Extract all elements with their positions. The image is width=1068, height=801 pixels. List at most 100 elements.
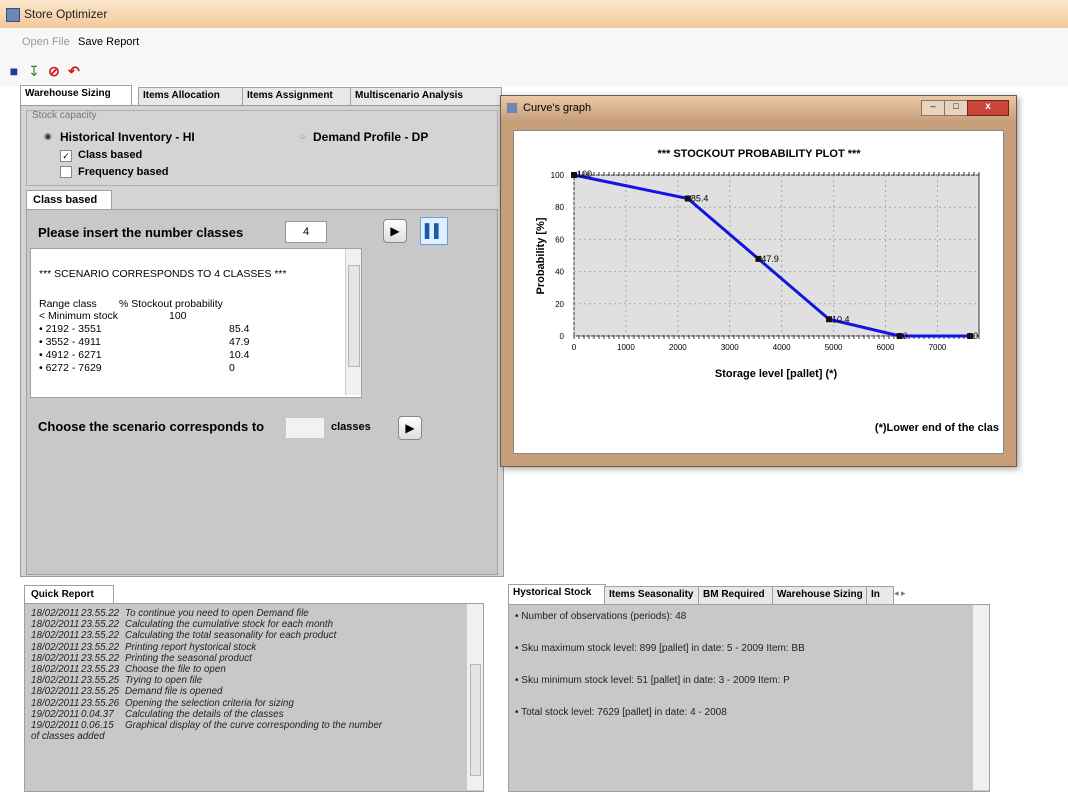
stop-icon[interactable]: ⊘ [46,62,62,80]
list-item-value: 10.4 [229,349,250,361]
frequency-based-checkbox[interactable] [60,166,72,178]
log-time: 23.55.22 [81,652,120,664]
play-button[interactable]: ▶ [383,219,407,243]
scenario-scrollbar[interactable] [345,249,361,395]
data-label: 85.4 [691,194,709,204]
log-message: Printing the seasonal product [125,652,252,664]
curve-window-icon [507,103,517,113]
log-time: 23.55.22 [81,619,120,631]
toolbar [0,58,1068,86]
tab-in[interactable]: In [866,586,894,604]
chart-button[interactable]: ▌▌ [420,217,448,245]
play-icon: ▶ [405,421,415,435]
log-date: 18/02/2011 [31,697,80,709]
menu-bar [0,28,1068,58]
list-item-value: 47.9 [229,336,250,348]
log-row: 18/02/2011 23.55.22 Calculating the total … [31,630,336,641]
hist-min-stock: • Sku minimum stock level: 51 [pallet] i… [515,675,790,686]
x-tick-label: 3000 [721,343,739,352]
insert-classes-label: Please insert the number classes [38,225,244,240]
tab-bm-required[interactable]: BM Required [698,586,778,604]
y-tick-label: 20 [555,300,564,309]
log-message: Calculating the cumulative stock for eac… [125,619,334,631]
tab-multiscenario-analysis[interactable]: Multiscenario Analysis [350,87,502,105]
minimize-button[interactable]: – [921,100,945,116]
log-date: 19/02/2011 [31,720,80,731]
tab-hystorical-stock[interactable]: Hystorical Stock [508,584,606,604]
log-message: Graphical display of the curve correspon… [125,720,383,731]
y-tick-label: 0 [560,332,565,341]
close-button[interactable]: x [967,100,1009,116]
log-message-wrap: of classes added [31,731,105,743]
chart-canvas: *** STOCKOUT PROBABILITY PLOT *** 0 20 40 60… [513,130,1004,454]
scenario-header: *** SCENARIO CORRESPONDS TO 4 CLASSES **… [39,268,287,280]
tab-warehouse-sizing[interactable]: Warehouse Sizing [20,85,132,105]
menu-save-report[interactable]: Save Report [78,36,139,48]
maximize-button[interactable]: □ [944,100,968,116]
class-based-checkbox[interactable]: ✓ [60,150,72,162]
y-tick-label: 100 [551,171,565,180]
app-icon [6,8,20,22]
log-message: Calculating the total seasonality for ea… [125,630,337,642]
scenario-listbox[interactable]: *** SCENARIO CORRESPONDS TO 4 CLASSES **… [30,248,362,398]
scenario-classes-input[interactable] [285,417,325,439]
log-scrollbar[interactable] [466,604,483,790]
main-tab-strip: Warehouse Sizing Items Allocation Items … [20,85,502,105]
log-date: 18/02/2011 [31,619,80,631]
y-tick-label: 40 [555,268,564,277]
tab-items-allocation[interactable]: Items Allocation [138,87,248,105]
log-row: 19/02/2011 0.04.37 Calculating the details… [31,709,283,720]
log-date: 18/02/2011 [31,664,80,675]
curve-window-title: Curve's graph [523,102,592,114]
choose-scenario-button[interactable]: ▶ [398,416,422,440]
quick-report-log[interactable]: 18/02/2011 23.55.22 To continue you need t… [24,603,484,792]
log-row: 18/02/2011 23.55.22 Calculating the cumula… [31,619,333,630]
list-item-value: 100 [169,310,187,322]
data-label: 10.4 [832,314,850,324]
bottom-tab-strip: Hystorical Stock Items Seasonality BM Re… [508,584,990,604]
x-tick-label: 5000 [825,343,843,352]
log-row: 18/02/2011 23.55.22 Printing report hystor… [31,642,256,653]
demand-radio[interactable]: ○ [300,131,305,141]
list-item: • 3552 - 4911 [39,336,101,348]
log-row: 18/02/2011 23.55.26 Opening the selection … [31,698,294,709]
y-tick-label: 80 [555,203,564,212]
scrollbar-thumb[interactable] [470,664,481,776]
log-date: 18/02/2011 [31,641,80,653]
tab-quick-report[interactable]: Quick Report [24,585,114,604]
historical-radio[interactable]: ◉ [44,131,52,142]
list-item-value: 0 [229,362,235,374]
list-item: < Minimum stock [39,310,119,322]
chart-title: *** STOCKOUT PROBABILITY PLOT *** [657,148,861,160]
menu-open-file[interactable]: Open File [22,36,70,48]
log-row: 19/02/2011 0.06.15 Graphical display of th… [31,720,382,731]
scrollbar-thumb[interactable] [348,265,360,367]
tab-class-based[interactable]: Class based [26,190,112,210]
log-row: 18/02/2011 23.55.25 Trying to open file [31,675,202,686]
classes-input[interactable]: 4 [285,221,327,243]
tab-items-assignment[interactable]: Items Assignment [242,87,356,105]
log-date: 18/02/2011 [31,608,80,619]
x-tick-label: 1000 [617,343,635,352]
log-message: To continue you need to open Demand file [125,608,309,619]
log-time: 23.55.22 [81,630,120,642]
tab-scroll-arrows[interactable]: ◂ ▸ [894,588,906,599]
app-title: Store Optimizer [24,7,108,21]
tab-class-based-label: Class based [33,194,98,206]
x-tick-label: 6000 [877,343,895,352]
hist-scrollbar[interactable] [972,605,989,790]
data-label: 47.9 [761,254,779,264]
classes-suffix: classes [331,421,371,433]
log-time: 0.06.15 [81,720,114,731]
undo-icon[interactable]: ↶ [66,62,82,80]
tab-items-seasonality[interactable]: Items Seasonality [604,586,704,604]
y-tick-label: 60 [555,235,564,244]
log-time: 0.04.37 [81,708,114,720]
save-icon[interactable]: ■ [6,62,22,80]
log-time: 23.55.26 [81,697,120,709]
log-message: Trying to open file [125,675,203,687]
hist-observations: • Number of observations (periods): 48 [515,611,687,622]
download-icon[interactable]: ↧ [26,62,42,80]
x-tick-label: 0 [572,343,577,352]
tab-warehouse-sizing-report[interactable]: Warehouse Sizing [772,586,872,604]
